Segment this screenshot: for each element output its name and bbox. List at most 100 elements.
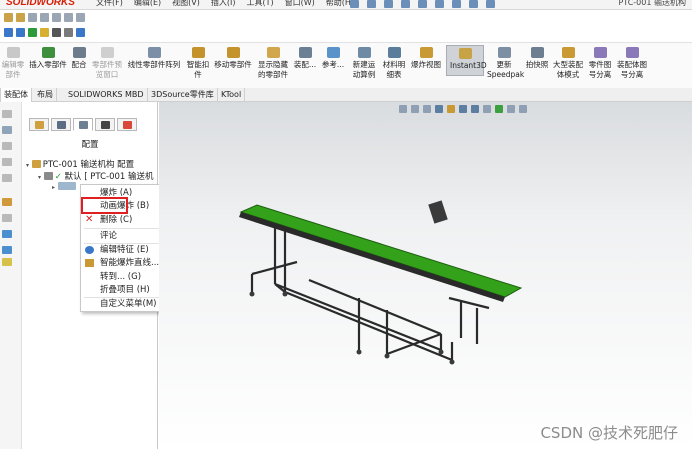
tool-icon[interactable] — [2, 230, 12, 238]
linear-pattern-button[interactable]: 线性零部件阵列 — [126, 47, 182, 70]
property-tab[interactable] — [51, 118, 71, 131]
command-tabs: 装配体 布局 SOLIDWORKS MBD 3DSource零件库 KTool — [0, 88, 692, 102]
configuration-icon — [78, 120, 88, 129]
command-manager: 编辑零部件 插入零部件 配合 零部件预览窗口 线性零部件阵列 智能扣件 移动零部… — [0, 42, 692, 88]
panel-title: 配置 — [81, 140, 99, 150]
update-speedpak-button[interactable]: 更新Speedpak — [487, 47, 524, 80]
tool-icon[interactable] — [28, 13, 37, 22]
tool-icon[interactable] — [2, 126, 12, 134]
insert-component-button[interactable]: 插入零部件 — [28, 47, 68, 70]
tool-icon[interactable] — [2, 142, 12, 150]
menu-edit[interactable]: 编辑(E) — [134, 0, 161, 8]
menu-insert[interactable]: 插入(I) — [211, 0, 236, 8]
mate-button[interactable]: 配合 — [70, 47, 88, 70]
graphics-area[interactable]: CSDN @技术死肥仔 — [159, 102, 692, 449]
exploded-view-icon — [57, 182, 76, 190]
tab-assembly[interactable]: 装配体 — [0, 88, 32, 102]
home-icon[interactable] — [350, 0, 359, 8]
feature-tree-icon — [34, 120, 44, 129]
part-split-icon — [593, 47, 607, 58]
motion-study-icon — [357, 47, 371, 58]
speedpak-icon — [497, 47, 511, 58]
tool-icon[interactable] — [64, 28, 73, 37]
custom-toolbar-1 — [0, 11, 160, 25]
tool-icon[interactable] — [52, 28, 61, 37]
tool-icon[interactable] — [40, 13, 49, 22]
component-preview-button[interactable]: 零部件预览窗口 — [90, 47, 124, 80]
display-tab[interactable] — [117, 118, 137, 131]
options-icon[interactable] — [486, 0, 495, 8]
tab-solidworks-mbd[interactable]: SOLIDWORKS MBD — [65, 88, 148, 102]
menu-tools[interactable]: 工具(T) — [246, 0, 273, 8]
tool-icon[interactable] — [16, 13, 25, 22]
take-snapshot-button[interactable]: 拍快照 — [524, 47, 550, 70]
tool-icon[interactable] — [28, 28, 37, 37]
part-number-split-button[interactable]: 零件图号分离 — [586, 47, 614, 80]
custom-toolbar-2 — [0, 26, 160, 40]
edit-feature-icon — [85, 246, 94, 254]
tool-icon[interactable] — [76, 28, 85, 37]
edit-component-button[interactable]: 编辑零部件 — [0, 47, 26, 80]
tab-ktool[interactable]: KTool — [218, 88, 246, 102]
property-icon — [56, 120, 66, 129]
instant3d-button[interactable]: Instant3D — [446, 45, 487, 76]
tool-icon[interactable] — [2, 110, 12, 118]
configuration-tab[interactable] — [73, 118, 93, 131]
tree-config-default[interactable]: ▾ ✓ 默认 [ PTC-001 输送机 — [38, 170, 154, 182]
new-motion-study-button[interactable]: 新建运动算例 — [350, 47, 378, 80]
bom-button[interactable]: 材料明细表 — [380, 47, 408, 80]
assembly-features-icon — [298, 47, 312, 58]
tool-icon[interactable] — [76, 13, 85, 22]
reference-geometry-icon — [326, 47, 340, 58]
assembly-split-icon — [625, 47, 639, 58]
appearance-icon — [122, 120, 132, 129]
assembly-features-button[interactable]: 装配... — [292, 47, 318, 70]
config-icon — [43, 172, 53, 180]
tool-icon[interactable] — [2, 198, 12, 206]
show-hidden-icon — [266, 47, 280, 58]
tab-layout[interactable]: 布局 — [34, 88, 57, 102]
new-file-icon[interactable] — [367, 0, 376, 8]
tool-icon[interactable] — [40, 28, 49, 37]
tool-icon[interactable] — [64, 13, 73, 22]
reference-geometry-button[interactable]: 参考... — [320, 47, 346, 70]
collapse-arrow-icon[interactable]: ▾ — [26, 162, 29, 169]
left-icon-column — [0, 102, 22, 449]
menu-file[interactable]: 文件(F) — [96, 0, 123, 8]
bom-icon — [387, 47, 401, 58]
smart-fasteners-button[interactable]: 智能扣件 — [185, 47, 211, 80]
dimxpert-tab[interactable] — [95, 118, 115, 131]
rebuild-icon[interactable] — [469, 0, 478, 8]
large-assembly-mode-button[interactable]: 大型装配体模式 — [553, 47, 583, 80]
show-hidden-button[interactable]: 显示隐藏的零部件 — [256, 47, 290, 80]
tool-icon[interactable] — [2, 214, 12, 222]
move-component-button[interactable]: 移动零部件 — [213, 47, 253, 70]
expand-arrow-icon[interactable]: ▸ — [52, 184, 55, 191]
tool-icon[interactable] — [4, 28, 13, 37]
tool-icon[interactable] — [16, 28, 25, 37]
tool-icon[interactable] — [2, 258, 12, 266]
assembly-number-split-button[interactable]: 装配体图号分离 — [616, 47, 648, 80]
collapse-arrow-icon[interactable]: ▾ — [38, 174, 41, 181]
save-icon[interactable] — [401, 0, 410, 8]
exploded-view-button[interactable]: 爆炸视图 — [410, 47, 442, 70]
open-file-icon[interactable] — [384, 0, 393, 8]
tree-exploded-view[interactable]: ▸ — [52, 182, 78, 192]
undo-icon[interactable] — [435, 0, 444, 8]
feature-tree-tab[interactable] — [29, 118, 49, 131]
tool-icon[interactable] — [2, 174, 12, 182]
crosshair-icon — [100, 120, 110, 129]
tool-icon[interactable] — [4, 13, 13, 22]
conveyor-model[interactable] — [159, 102, 692, 449]
assembly-icon — [31, 160, 41, 168]
tree-root[interactable]: ▾ PTC-001 输送机构 配置 — [26, 158, 134, 170]
print-icon[interactable] — [418, 0, 427, 8]
menu-window[interactable]: 窗口(W) — [285, 0, 315, 8]
tool-icon[interactable] — [52, 13, 61, 22]
tool-icon[interactable] — [2, 246, 12, 254]
menu-view[interactable]: 视图(V) — [172, 0, 200, 8]
tool-icon[interactable] — [2, 158, 12, 166]
select-icon[interactable] — [452, 0, 461, 8]
tab-3dsource[interactable]: 3DSource零件库 — [148, 88, 218, 102]
preview-window-icon — [100, 47, 114, 58]
